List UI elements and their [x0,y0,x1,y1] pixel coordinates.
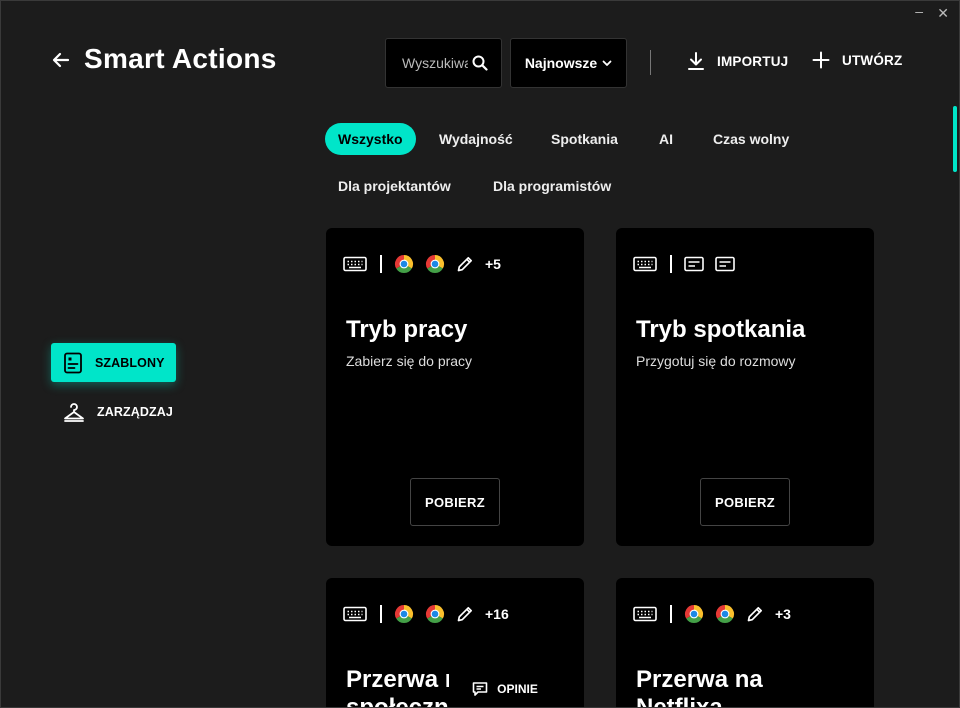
download-template-button[interactable]: POBIERZ [700,478,790,526]
filter-chip-all[interactable]: Wszystko [325,123,416,155]
template-card-work-mode[interactable]: +5 Tryb pracy Zabierz się do pracy POBIE… [326,228,584,546]
search-box[interactable] [385,38,502,88]
chrome-icon [684,604,704,624]
icon-separator [380,605,382,623]
feedback-button[interactable]: OPINIE [449,667,561,707]
chrome-icon [394,254,414,274]
icon-separator [380,255,382,273]
card-app-icons: +5 [343,254,501,274]
import-button[interactable]: IMPORTUJ [687,51,788,71]
chrome-icon [394,604,414,624]
filter-chip-designers[interactable]: Dla projektantów [325,170,464,202]
minimize-button[interactable]: – [915,3,923,19]
note-icon [715,256,735,272]
pencil-icon [746,605,764,623]
card-app-icons [633,254,746,274]
feedback-icon [472,682,488,696]
card-subtitle: Zabierz się do pracy [346,353,473,369]
card-subtitle: Przygotuj się do rozmowy [636,353,796,369]
pencil-icon [456,605,474,623]
sort-dropdown[interactable]: Najnowsze [510,38,627,88]
note-icon [684,256,704,272]
filter-chip-productivity[interactable]: Wydajność [426,123,526,155]
import-button-label: IMPORTUJ [717,53,789,69]
page-title: Smart Actions [84,43,277,74]
sidebar-item-label: ZARZĄDZAJ [97,404,173,419]
pencil-icon [456,255,474,273]
icon-separator [670,605,672,623]
keyboard-icon [633,256,657,272]
search-icon[interactable] [472,55,488,71]
header-divider [650,50,651,75]
app-window: – ✕ Smart Actions Najnowsze IMPORTUJ UTW… [0,0,960,708]
close-window-button[interactable]: ✕ [937,5,949,22]
sidebar-item-manage[interactable]: ZARZĄDZAJ [51,392,176,431]
sort-dropdown-label: Najnowsze [524,55,598,71]
search-input[interactable] [402,55,468,71]
card-title: Tryb pracy [346,316,468,343]
more-apps-count: +3 [775,606,791,622]
chrome-icon [425,604,445,624]
icon-separator [670,255,672,273]
filter-chip-ai[interactable]: AI [646,123,686,155]
chrome-icon [715,604,735,624]
arrow-left-icon [52,52,70,68]
card-title: Tryb spotkania [636,316,806,343]
hanger-icon [64,402,84,422]
sidebar-item-templates[interactable]: SZABLONY [51,343,176,382]
filter-chip-meetings[interactable]: Spotkania [538,123,631,155]
sidebar-item-label: SZABLONY [95,355,165,370]
chrome-icon [425,254,445,274]
download-template-button[interactable]: POBIERZ [410,478,500,526]
more-apps-count: +5 [485,256,501,272]
scrollbar-thumb[interactable] [953,106,957,172]
create-button[interactable]: UTWÓRZ [812,51,902,69]
template-card-netflix-break[interactable]: +3 Przerwa na Netflixa [616,578,874,708]
keyboard-icon [343,606,367,622]
chevron-down-icon [602,60,612,66]
filter-chip-developers[interactable]: Dla programistów [480,170,624,202]
filter-chip-leisure[interactable]: Czas wolny [700,123,802,155]
card-app-icons: +16 [343,604,509,624]
download-icon [688,52,704,70]
card-app-icons: +3 [633,604,791,624]
back-button[interactable] [51,47,73,73]
plus-icon [812,51,830,69]
keyboard-icon [633,606,657,622]
feedback-button-label: OPINIE [497,682,538,696]
more-apps-count: +16 [485,606,509,622]
card-title: Przerwa na Netflixa [636,666,763,708]
template-card-meeting-mode[interactable]: Tryb spotkania Przygotuj się do rozmowy … [616,228,874,546]
create-button-label: UTWÓRZ [842,52,903,68]
sidebar-nav: SZABLONY ZARZĄDZAJ [51,343,176,441]
template-icon [64,352,82,373]
keyboard-icon [343,256,367,272]
